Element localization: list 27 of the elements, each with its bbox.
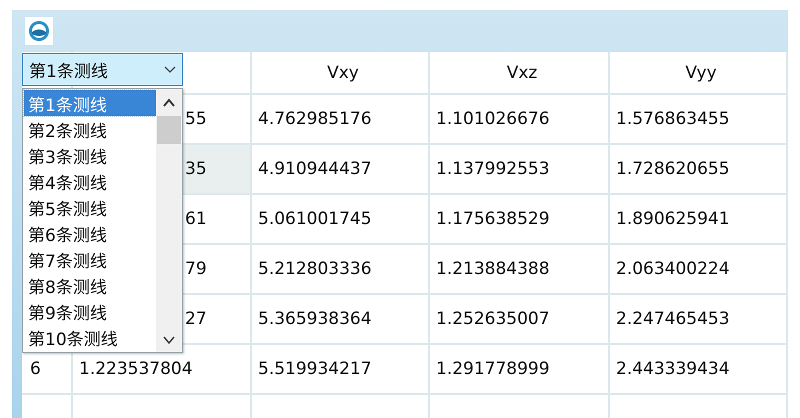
table-cell: 1.252635007: [430, 295, 610, 345]
scroll-thumb[interactable]: [157, 116, 181, 144]
table-cell: 4.762985176: [252, 95, 430, 145]
table-cell: 2.063400224: [610, 245, 788, 295]
table-cell: 1.890625941: [610, 195, 788, 245]
table-cell: 2.247465453: [610, 295, 788, 345]
dropdown-item[interactable]: 第1条测线: [24, 90, 156, 116]
table-cell: 1.576863455: [610, 95, 788, 145]
chevron-down-icon: [164, 66, 176, 74]
table-cell: 1.137992553: [430, 145, 610, 195]
scrollbar[interactable]: [156, 89, 182, 352]
line-dropdown[interactable]: 第1条测线: [22, 53, 183, 86]
table-cell: 4.910944437: [252, 145, 430, 195]
table-cell: 5.061001745: [252, 195, 430, 245]
table-cell: 5.212803336: [252, 245, 430, 295]
table-cell: 2.443339434: [610, 345, 788, 395]
app-logo-icon: [25, 17, 53, 45]
column-header: Vyy: [610, 52, 788, 95]
column-header: Vxz: [430, 52, 610, 95]
table-cell: 5.365938364: [252, 295, 430, 345]
table-cell: 1.213884388: [430, 245, 610, 295]
table-cell: 5.519934217: [252, 345, 430, 395]
column-header: Vxy: [252, 52, 430, 95]
table-cell: 1.101026676: [430, 95, 610, 145]
table-cell: 1.728620655: [610, 145, 788, 195]
table-cell: 1.291778999: [430, 345, 610, 395]
table-cell: 1.175638529: [430, 195, 610, 245]
